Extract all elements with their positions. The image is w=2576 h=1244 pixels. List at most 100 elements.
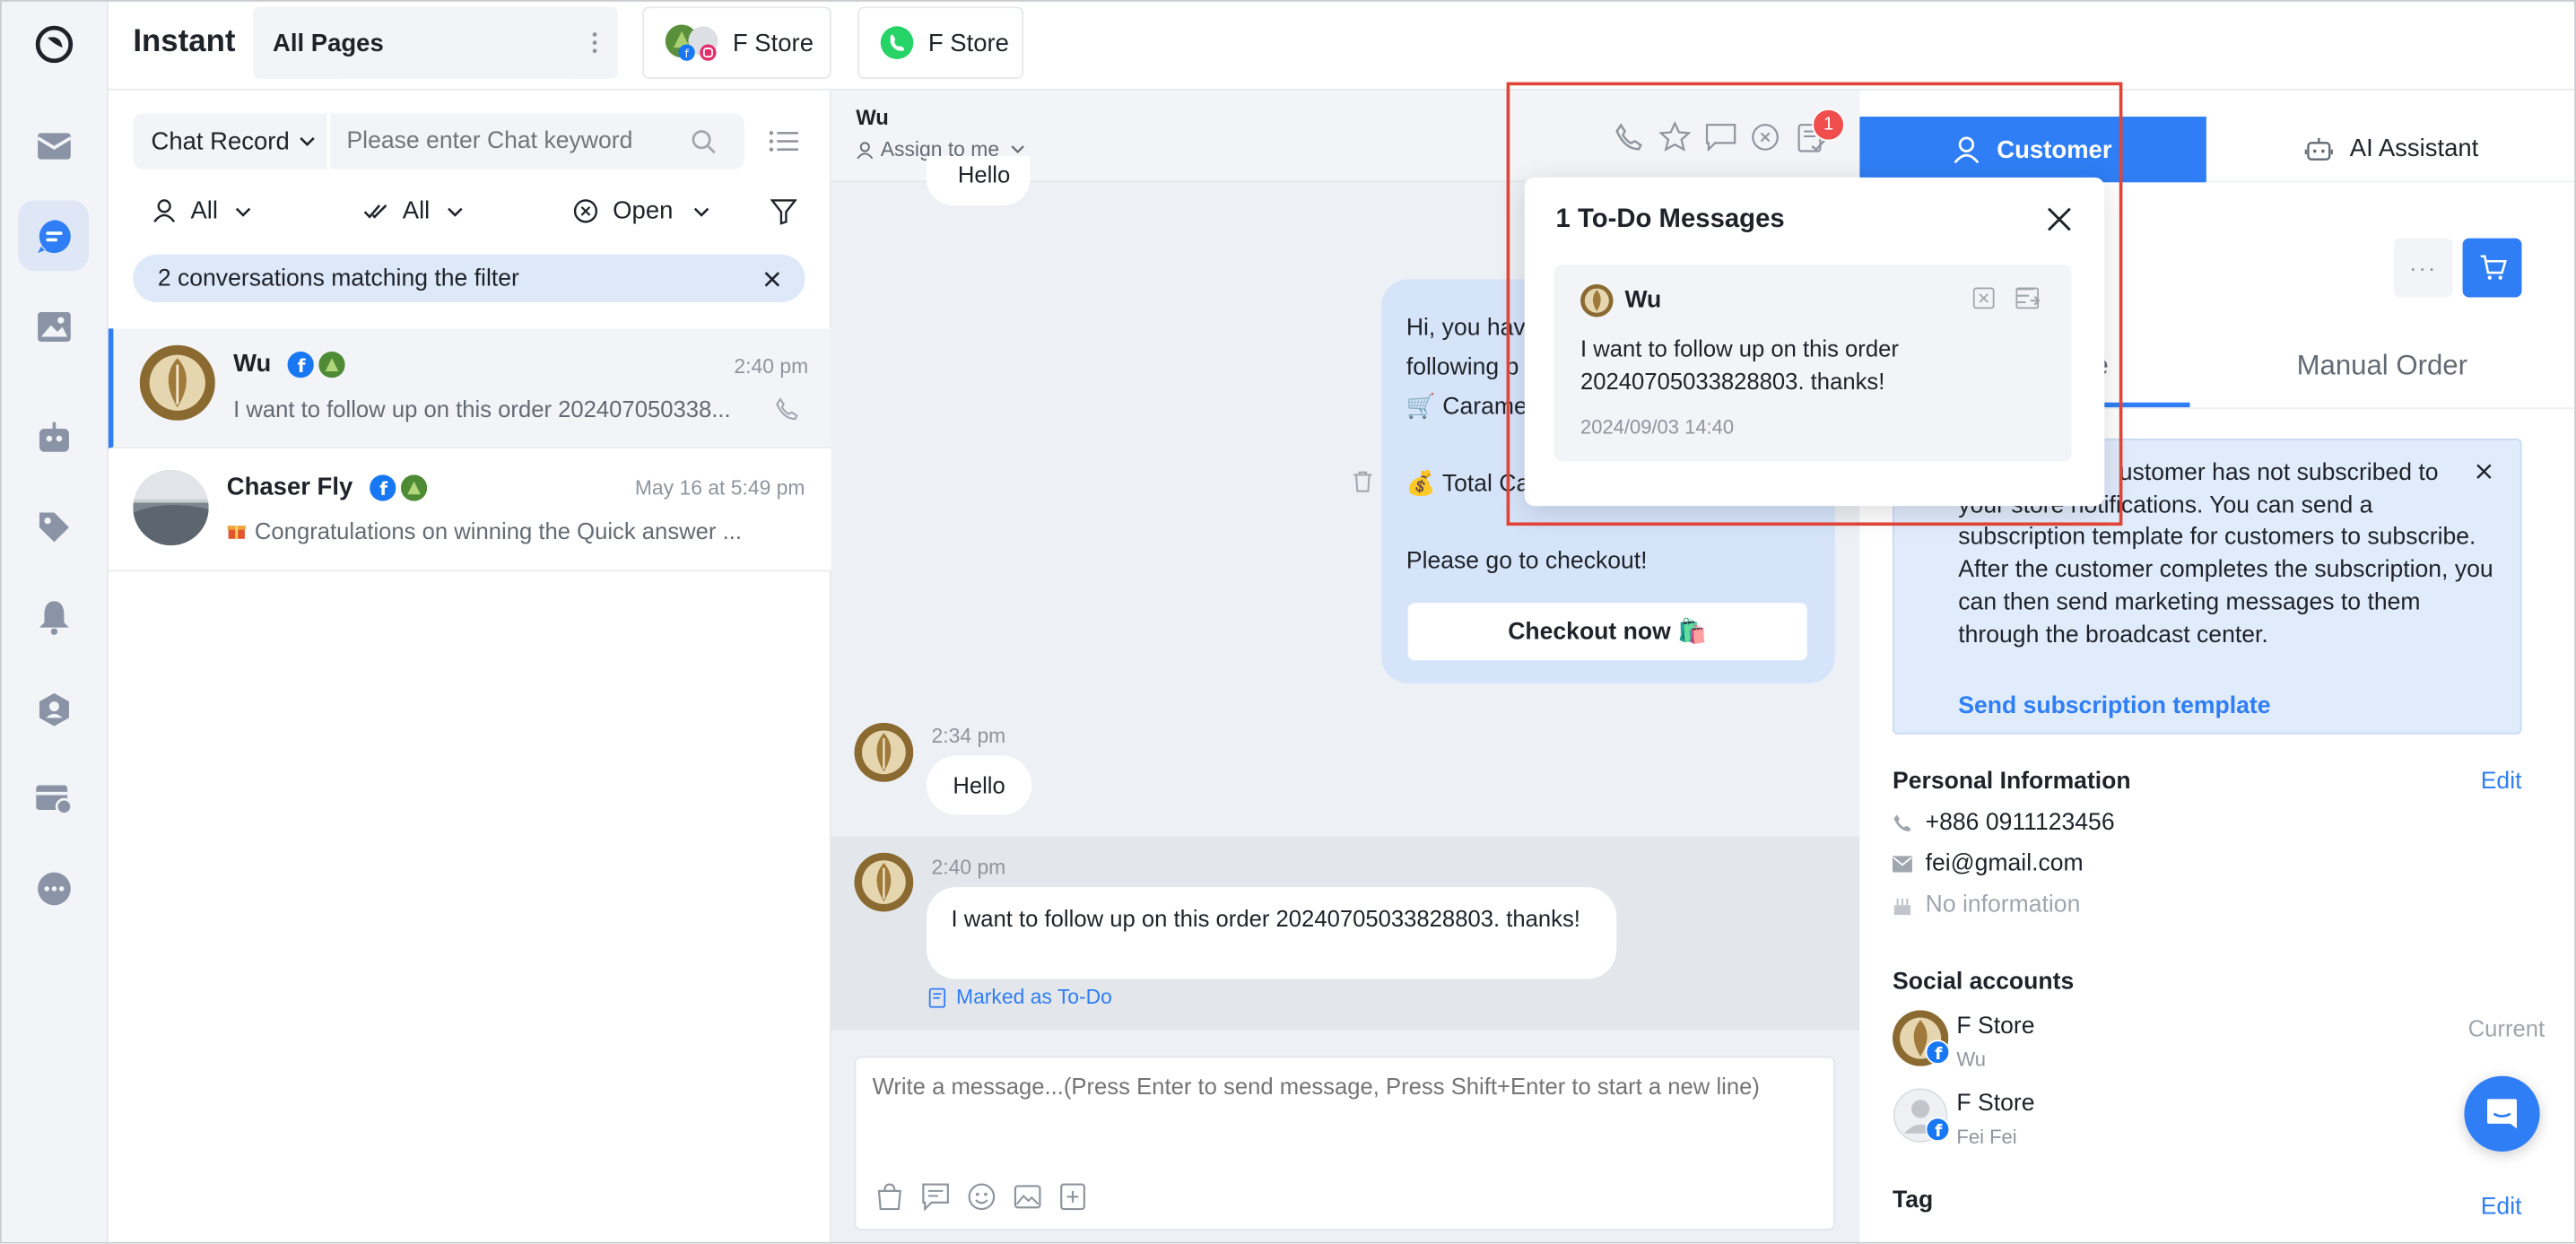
edit-personal-info-link[interactable]: Edit — [2481, 769, 2522, 795]
search-icon[interactable] — [692, 129, 716, 153]
status-filter-label: Open — [613, 196, 674, 225]
read-filter[interactable]: All — [363, 197, 463, 225]
close-icon[interactable] — [2476, 464, 2492, 480]
social-account-item[interactable]: f F Store Wu Current — [1893, 1010, 2550, 1075]
filter-match-text: 2 conversations matching the filter — [157, 265, 519, 292]
send-subscription-template-link[interactable]: Send subscription template — [1958, 693, 2270, 719]
tab-label: F Store — [927, 29, 1009, 57]
store-settings-icon[interactable] — [18, 762, 89, 833]
marked-todo-label[interactable]: Marked as To-Do — [928, 986, 1112, 1009]
media-icon[interactable] — [18, 291, 89, 361]
account-store-name: F Store — [1956, 1091, 2035, 1118]
edit-tag-link[interactable]: Edit — [2481, 1195, 2522, 1221]
svg-text:f: f — [1935, 1044, 1943, 1064]
avatar — [139, 344, 215, 421]
phone-icon[interactable] — [1614, 123, 1642, 151]
quick-reply-icon[interactable] — [922, 1183, 950, 1211]
personal-info-heading: Personal Information — [1893, 769, 2131, 796]
marked-todo-text: Marked as To-Do — [955, 985, 1112, 1009]
gift-icon — [227, 521, 247, 541]
user-icon — [856, 141, 874, 159]
conversation-item[interactable]: Wu f 2:40 pm I want to follow up on this… — [108, 328, 831, 449]
team-icon[interactable] — [18, 674, 89, 744]
message-text: Hello — [957, 161, 1011, 187]
checkout-now-button[interactable]: Checkout now 🛍️ — [1407, 603, 1807, 661]
tab-f-store-facebook[interactable]: f F Store — [642, 6, 831, 79]
close-icon[interactable] — [2047, 207, 2071, 231]
page-avatar-icon — [400, 474, 427, 500]
kebab-menu-icon[interactable] — [591, 31, 597, 55]
dismiss-todo-icon[interactable] — [1972, 287, 1995, 309]
birthday-value: No information — [1925, 892, 2081, 918]
tab-f-store-whatsapp[interactable]: F Store — [857, 6, 1024, 79]
facebook-icon: f — [1925, 1117, 1951, 1142]
close-conversation-icon[interactable] — [1751, 123, 1779, 151]
double-check-icon — [363, 203, 389, 219]
page-avatar-icon — [318, 351, 345, 378]
chevron-down-icon — [447, 206, 463, 216]
card-footer: Please go to checkout! — [1405, 548, 1648, 576]
filter-match-banner: 2 conversations matching the filter — [133, 254, 805, 303]
conversation-item[interactable]: Chaser Fly f May 16 at 5:49 pm Congratul… — [108, 448, 831, 572]
emoji-icon[interactable] — [968, 1183, 996, 1211]
more-options-button[interactable]: ··· — [2393, 238, 2453, 298]
birthday-row: No information — [1893, 892, 2080, 918]
cart-button[interactable] — [2462, 238, 2522, 298]
tab-ai-assistant[interactable]: AI Assistant — [2206, 117, 2575, 183]
tab-customer-label: Customer — [1997, 135, 2112, 164]
left-nav — [1, 1, 109, 1242]
page-selector-label: All Pages — [273, 29, 384, 57]
delete-icon[interactable] — [1352, 470, 1373, 493]
top-bar: Instant All Pages f F Store F Store — [108, 1, 2575, 91]
todo-item[interactable]: Wu I want to follow up on this order 202… — [1553, 264, 2072, 462]
bag-icon[interactable] — [875, 1183, 903, 1211]
bot-icon[interactable] — [18, 401, 89, 472]
support-chat-button[interactable] — [2464, 1075, 2540, 1152]
cart-icon — [2478, 255, 2506, 281]
add-template-icon[interactable] — [1059, 1183, 1085, 1211]
message-composer — [854, 1056, 1835, 1231]
bell-icon[interactable] — [18, 581, 89, 652]
app-logo-icon[interactable] — [18, 8, 89, 79]
tab-customer[interactable]: Customer — [1859, 117, 2206, 183]
close-icon[interactable] — [764, 270, 780, 286]
image-icon[interactable] — [1014, 1185, 1041, 1209]
message-bubble: I want to follow up on this order 202407… — [927, 887, 1617, 979]
status-circle-icon — [573, 199, 598, 223]
message-time: 2:34 pm — [931, 724, 1006, 748]
read-filter-label: All — [402, 196, 431, 225]
facebook-instagram-icon: f — [664, 23, 723, 63]
whatsapp-icon — [879, 24, 915, 60]
more-icon[interactable] — [18, 853, 89, 924]
comment-icon[interactable] — [1705, 123, 1736, 152]
list-view-icon[interactable] — [769, 130, 799, 153]
email-row: fei@gmail.com — [1893, 851, 2084, 877]
contact-row: Chaser Fly f — [227, 474, 427, 501]
phone-row: +886 0911123456 — [1893, 810, 2115, 836]
search-bar: Chat Record — [133, 113, 744, 170]
message-input[interactable] — [872, 1073, 1825, 1147]
avatar — [854, 722, 914, 782]
agent-filter[interactable]: All — [152, 197, 250, 225]
go-to-message-icon[interactable] — [2015, 287, 2041, 309]
tab-manual-order[interactable]: Manual Order — [2297, 350, 2467, 383]
todo-time: 2024/09/03 14:40 — [1580, 415, 1735, 439]
inbox-icon[interactable] — [18, 110, 89, 181]
avatar: f — [1893, 1010, 1951, 1066]
tag-icon[interactable] — [18, 492, 89, 562]
conversation-list-panel: Chat Record All All Open 2 conversations… — [108, 90, 831, 1242]
social-account-item[interactable]: f F Store Fei Fei — [1893, 1088, 2550, 1153]
message-time: 2:40 pm — [931, 856, 1006, 879]
star-icon[interactable] — [1658, 121, 1691, 152]
page-selector[interactable]: All Pages — [253, 6, 618, 79]
search-type-dropdown[interactable]: Chat Record — [133, 113, 331, 170]
conversation-time: 2:40 pm — [734, 354, 809, 378]
filter-icon[interactable] — [770, 199, 797, 225]
status-filter[interactable]: Open — [573, 197, 709, 225]
todo-messages-popup: 1 To-Do Messages Wu I want to follow up … — [1524, 177, 2105, 507]
chat-icon[interactable] — [18, 200, 89, 272]
phone-icon — [776, 397, 799, 421]
notice-line: subscription template for customers to s… — [1958, 525, 2493, 648]
search-input[interactable] — [330, 127, 692, 155]
tab-ai-label: AI Assistant — [2349, 135, 2479, 163]
